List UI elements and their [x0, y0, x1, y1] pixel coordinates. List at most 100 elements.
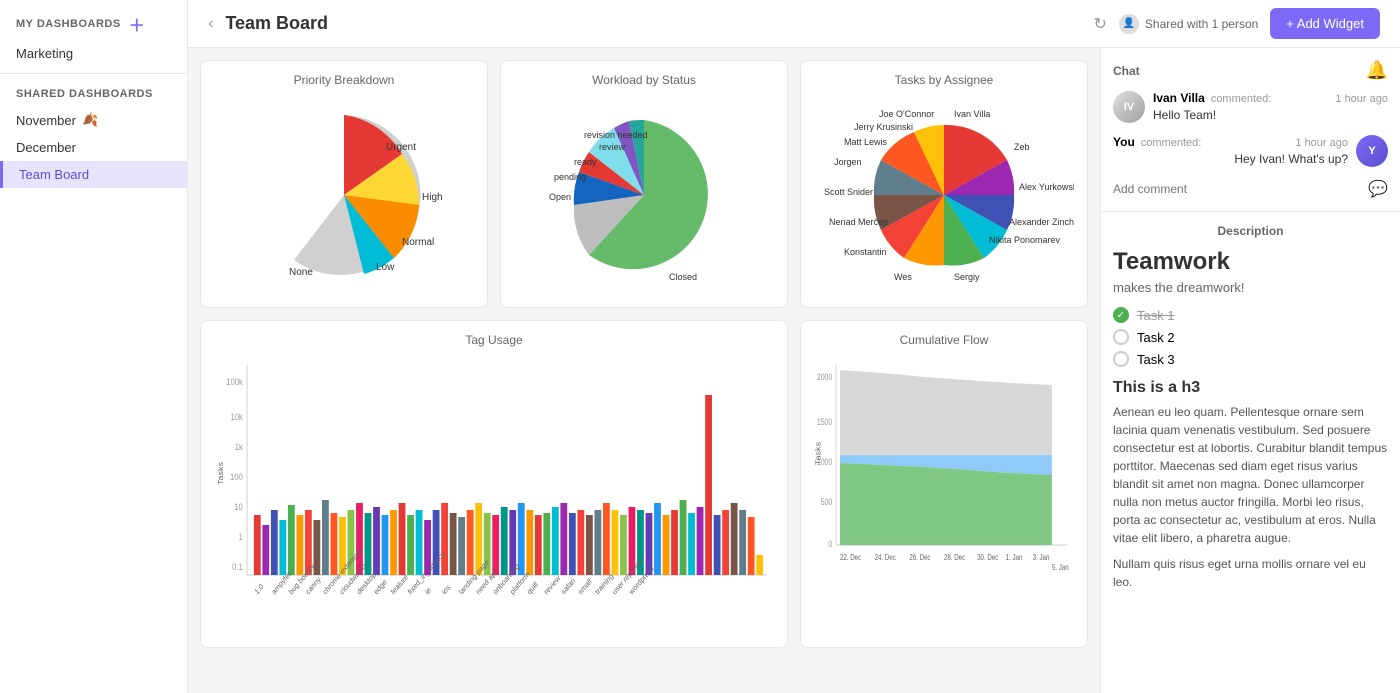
- add-widget-button[interactable]: + Add Widget: [1270, 8, 1380, 39]
- chat-message-you: Y You commented: 1 hour ago Hey Ivan! Wh…: [1113, 135, 1388, 167]
- svg-text:Urgent: Urgent: [386, 142, 416, 153]
- svg-text:pending: pending: [554, 172, 586, 182]
- svg-text:Zeb: Zeb: [1014, 142, 1030, 152]
- desc-heading: Teamwork: [1113, 248, 1388, 276]
- header-actions: ↻ 👤 Shared with 1 person + Add Widget: [1093, 8, 1380, 39]
- tag-usage-widget: Tag Usage 0.1 1 10 100 1k 10k 100k Tasks: [200, 320, 788, 648]
- priority-chart: Urgent High Normal Low None: [213, 95, 475, 295]
- sidebar: MY DASHBOARDS ＋ Marketing SHARED DASHBOA…: [0, 0, 188, 693]
- svg-text:5. Jan: 5. Jan: [1052, 563, 1069, 572]
- svg-text:26. Dec: 26. Dec: [909, 553, 931, 562]
- svg-text:Joe O'Connor: Joe O'Connor: [879, 109, 934, 119]
- description-title: Description: [1113, 224, 1388, 238]
- task-2-check[interactable]: [1113, 329, 1129, 345]
- cumulative-title: Cumulative Flow: [813, 333, 1075, 347]
- ivan-avatar: IV: [1113, 91, 1145, 123]
- december-label: December: [16, 140, 76, 155]
- svg-text:Alexander Zinchenko: Alexander Zinchenko: [1009, 217, 1074, 227]
- chat-title: Chat: [1113, 64, 1140, 78]
- user-icon: 👤: [1119, 14, 1139, 34]
- ivan-time: 1 hour ago: [1335, 93, 1388, 105]
- chat-section: Chat 🔔 IV Ivan Villa commented: 1 hour a…: [1101, 48, 1400, 212]
- sidebar-item-marketing[interactable]: Marketing: [0, 42, 187, 69]
- shared-text: Shared with 1 person: [1145, 17, 1258, 31]
- team-board-label: Team Board: [19, 167, 89, 182]
- svg-text:None: None: [289, 267, 313, 278]
- svg-text:Normal: Normal: [402, 237, 434, 248]
- ivan-message-content: Ivan Villa commented: 1 hour ago Hello T…: [1153, 91, 1388, 123]
- header: ‹ Team Board ↻ 👤 Shared with 1 person + …: [188, 0, 1400, 48]
- priority-pie-svg: Urgent High Normal Low None: [234, 100, 454, 290]
- svg-text:revision needed: revision needed: [584, 130, 648, 140]
- description-section: Description Teamwork makes the dreamwork…: [1101, 212, 1400, 603]
- shared-dashboards-label: SHARED DASHBOARDS: [0, 78, 187, 106]
- you-label: You: [1113, 135, 1135, 149]
- svg-text:ios: ios: [440, 582, 452, 596]
- svg-text:3. Jan: 3. Jan: [1033, 553, 1050, 562]
- svg-text:Wes: Wes: [894, 272, 912, 282]
- you-action: commented:: [1141, 137, 1202, 149]
- task-3-check[interactable]: [1113, 351, 1129, 367]
- ivan-message: Hello Team!: [1153, 108, 1388, 122]
- svg-text:1: 1: [239, 531, 244, 542]
- svg-text:ie: ie: [423, 585, 433, 596]
- ivan-meta: Ivan Villa commented: 1 hour ago: [1153, 91, 1388, 105]
- svg-text:500: 500: [821, 497, 833, 507]
- my-dashboards-label: MY DASHBOARDS: [16, 18, 121, 30]
- svg-text:10k: 10k: [230, 411, 243, 422]
- svg-text:Scott Snider: Scott Snider: [824, 187, 873, 197]
- sidebar-item-november[interactable]: November 🍂: [0, 106, 187, 134]
- task-item-1: ✓ Task 1: [1113, 307, 1388, 323]
- back-button[interactable]: ‹: [208, 15, 213, 33]
- add-dashboard-icon[interactable]: ＋: [129, 12, 146, 36]
- svg-text:1500: 1500: [817, 417, 833, 427]
- task-item-2: Task 2: [1113, 329, 1388, 345]
- svg-text:small: small: [576, 576, 593, 596]
- my-dashboards-section: MY DASHBOARDS ＋: [0, 0, 187, 42]
- svg-text:1. Jan: 1. Jan: [1006, 553, 1023, 562]
- sidebar-item-team-board[interactable]: Team Board: [0, 161, 187, 188]
- svg-text:1k: 1k: [235, 441, 244, 452]
- november-label: November: [16, 113, 76, 128]
- priority-title: Priority Breakdown: [213, 73, 475, 87]
- svg-text:1.0: 1.0: [253, 582, 266, 597]
- svg-text:Closed: Closed: [669, 272, 697, 282]
- desc-sub: makes the dreamwork!: [1113, 280, 1388, 295]
- task-item-3: Task 3: [1113, 351, 1388, 367]
- svg-text:Matt Lewis: Matt Lewis: [844, 137, 888, 147]
- cumulative-svg: 0 500 1000 1500 2000 Tasks 22. Dec 24. D…: [813, 355, 1075, 585]
- task-1-check[interactable]: ✓: [1113, 307, 1129, 323]
- tag-usage-title: Tag Usage: [213, 333, 775, 347]
- right-panel: Chat 🔔 IV Ivan Villa commented: 1 hour a…: [1100, 48, 1400, 693]
- chat-notification-icon: 🔔: [1366, 60, 1388, 81]
- sidebar-item-december[interactable]: December: [0, 134, 187, 161]
- assignee-title: Tasks by Assignee: [813, 73, 1075, 87]
- assignee-chart: Ivan Villa Zeb Alex Yurkowski Alexander …: [813, 95, 1075, 295]
- svg-text:Low: Low: [376, 262, 395, 273]
- svg-text:30. Dec: 30. Dec: [977, 553, 999, 562]
- svg-text:0: 0: [828, 539, 832, 549]
- svg-text:24. Dec: 24. Dec: [875, 553, 897, 562]
- svg-text:22. Dec: 22. Dec: [840, 553, 862, 562]
- you-message: Hey Ivan! What's up?: [1113, 152, 1348, 166]
- svg-text:Open: Open: [549, 192, 571, 202]
- chat-input[interactable]: [1113, 182, 1360, 196]
- chat-message-ivan: IV Ivan Villa commented: 1 hour ago Hell…: [1113, 91, 1388, 123]
- svg-text:100k: 100k: [226, 376, 243, 387]
- shared-badge: 👤 Shared with 1 person: [1119, 14, 1258, 34]
- workload-chart: Closed issues found in progress revision…: [513, 95, 775, 295]
- send-icon[interactable]: 💬: [1368, 179, 1388, 199]
- dashboard-grid: Priority Breakdown Urgent: [188, 48, 1100, 693]
- task-1-label: Task 1: [1137, 308, 1175, 323]
- svg-text:Nenad Merčep: Nenad Merčep: [829, 217, 888, 227]
- svg-text:Nikita Ponomarev: Nikita Ponomarev: [989, 235, 1061, 245]
- svg-text:High: High: [422, 192, 443, 203]
- svg-text:Tasks: Tasks: [815, 442, 823, 465]
- refresh-button[interactable]: ↻: [1093, 14, 1106, 34]
- you-time: 1 hour ago: [1295, 137, 1348, 149]
- priority-breakdown-widget: Priority Breakdown Urgent: [200, 60, 488, 308]
- add-comment-area: 💬: [1113, 179, 1388, 199]
- svg-text:review: review: [542, 573, 562, 597]
- you-avatar: Y: [1356, 135, 1388, 167]
- svg-text:28. Dec: 28. Dec: [944, 553, 966, 562]
